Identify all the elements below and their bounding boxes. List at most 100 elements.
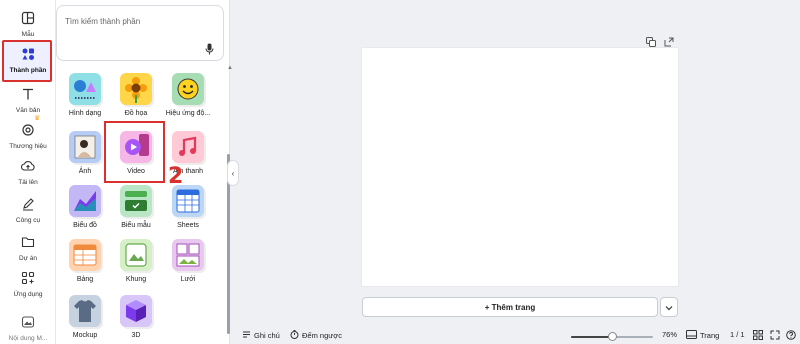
help-icon [786,330,796,342]
highlight-box-video [104,121,165,183]
search-input[interactable]: Tìm kiếm thành phần [65,17,140,26]
tile-3d[interactable]: 3D [107,295,165,339]
step-annotation-2: 2 [168,164,184,189]
notes-label: Ghi chú [254,331,280,340]
tile-sheets[interactable]: Sheets [159,185,217,229]
sidebar-item-elements[interactable]: Thành phần [0,44,56,74]
sidebar-item-label: Công cụ [15,217,41,224]
zoom-slider[interactable] [571,332,653,341]
grid-icon [172,239,204,271]
pages-label: Trang [700,331,720,340]
chart-icon [69,185,101,217]
zoom-percent: 76% [662,330,678,339]
chevron-left-icon: ‹ [231,168,235,178]
help-button[interactable] [786,330,796,342]
grid-view-button[interactable] [753,330,763,342]
sidebar-item-tools[interactable]: Công cụ [0,194,56,224]
elements-icon [18,44,38,64]
sidebar-item-label: Nội dung M... [8,335,48,342]
microphone-icon[interactable] [205,42,214,60]
elements-panel: Tìm kiếm thành phần ▲ Hình dạng Đồ họa H… [56,0,233,344]
chevron-down-icon [665,298,673,316]
tile-grids[interactable]: Lưới [159,239,217,283]
tile-label: Biểu mẫu [121,222,151,229]
draw-icon [18,194,38,214]
form-icon [120,185,152,217]
add-page-button[interactable]: + Thêm trang [362,297,658,317]
spreadsheet-icon [172,185,204,217]
tile-forms[interactable]: Biểu mẫu [107,185,165,229]
zoom-value[interactable]: 76% [662,330,677,339]
brand-icon [18,120,38,140]
tile-label: Lưới [180,276,196,283]
tile-mockups[interactable]: Mockup [56,295,114,339]
tile-label: Hiệu ứng độ... [165,110,211,117]
fullscreen-button[interactable] [770,330,780,342]
sidebar-item-apps[interactable]: Ứng dụng [0,268,56,298]
fullscreen-icon [770,330,780,342]
tile-charts[interactable]: Biểu đồ [56,185,114,229]
timer-label: Đếm ngược [302,331,342,340]
pages-icon [686,330,697,341]
sidebar-item-label: Văn bản [15,107,41,114]
tile-label: Đồ họa [124,110,148,117]
sidebar-item-projects[interactable]: Dự án [0,232,56,262]
tile-frames[interactable]: Khung [107,239,165,283]
tshirt-icon [69,295,101,327]
music-icon [172,131,204,163]
photo-icon [69,131,101,163]
page-count-label: 1 / 1 [730,330,745,339]
sidebar-item-templates[interactable]: Mẫu [0,8,56,38]
sidebar-item-uploads[interactable]: Tải lên [0,156,56,186]
sidebar-item-label: Thương hiệu [9,143,47,150]
magic-media-icon [18,312,38,332]
sidebar-item-brand[interactable]: Thương hiệu [0,120,56,150]
notes-button[interactable]: Ghi chú [242,330,280,341]
tile-label: 3D [131,332,141,339]
sunflower-icon [120,73,152,105]
sidebar-item-label: Dự án [18,255,38,262]
search-box[interactable]: Tìm kiếm thành phần [56,5,224,61]
timer-icon [290,330,299,341]
scrollbar[interactable] [227,74,230,336]
bottom-bar: Ghi chú Đếm ngược 76% Trang 1 / 1 [230,326,800,344]
design-page[interactable] [362,48,678,286]
table-icon [69,239,101,271]
cube-icon [120,295,152,327]
page-count: 1 / 1 [730,330,745,339]
zoom-slider-fill [571,336,612,338]
timer-button[interactable]: Đếm ngược [290,330,342,341]
sidebar-item-magic-media[interactable]: Nội dung M... [0,312,56,342]
folder-icon [18,232,38,252]
upload-icon [18,156,38,176]
tile-shapes[interactable]: Hình dạng [56,73,114,117]
tile-graphics[interactable]: Đồ họa [107,73,165,117]
sidebar-item-label: Thành phần [9,67,47,74]
left-rail: Mẫu Thành phần Văn bản ♛ Thương hiệu Tải… [0,0,56,344]
zoom-slider-knob[interactable] [607,332,617,341]
add-page-options-button[interactable] [660,297,678,317]
grid-view-icon [753,330,763,342]
smiley-icon [172,73,204,105]
notes-icon [242,330,251,341]
pages-button[interactable]: Trang [686,330,719,341]
tile-label: Biểu đồ [73,222,97,229]
scroll-up-arrow[interactable]: ▲ [227,65,233,71]
sidebar-item-label: Tải lên [18,179,38,186]
apps-icon [18,268,38,288]
text-icon [18,84,38,104]
tile-label: Hình dạng [68,110,102,117]
tile-label: Sheets [177,222,199,229]
tile-label: Ảnh [78,168,92,175]
sidebar-item-label: Ứng dụng [13,291,43,298]
shapes-icon [69,73,101,105]
tile-tables[interactable]: Bảng [56,239,114,283]
template-icon [18,8,38,28]
sidebar-item-text[interactable]: Văn bản [0,84,56,114]
frame-icon [120,239,152,271]
tile-label: Khung [125,276,147,283]
collapse-panel-button[interactable]: ‹ [227,160,239,186]
tile-label: Mockup [72,332,98,339]
tile-label: Bảng [76,276,94,283]
tile-animated-effects[interactable]: Hiệu ứng độ... [159,73,217,117]
